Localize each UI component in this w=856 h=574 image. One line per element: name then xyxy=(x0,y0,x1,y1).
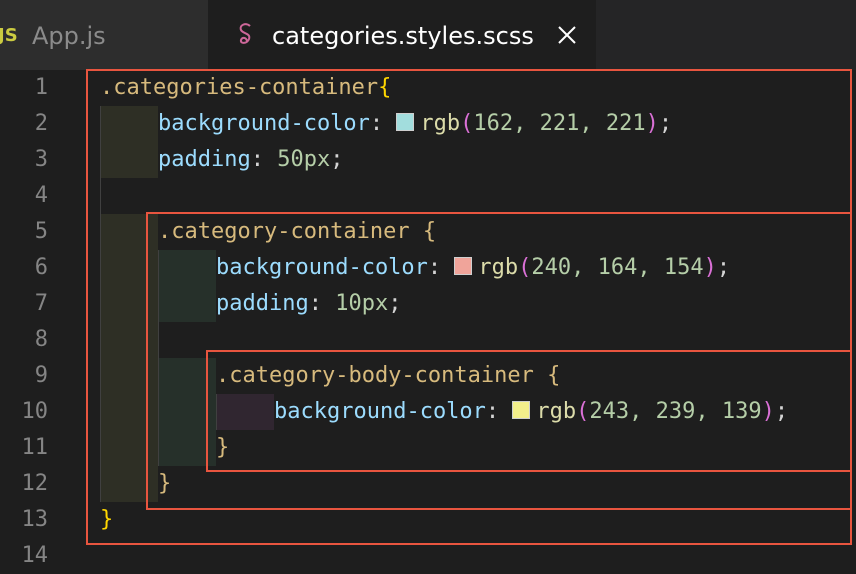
tab-label: categories.styles.scss xyxy=(272,22,534,50)
line-number: 12 xyxy=(21,471,49,496)
close-icon[interactable] xyxy=(556,22,578,48)
line-number: 3 xyxy=(34,147,48,172)
line-number: 6 xyxy=(34,255,48,280)
editor-tab-bar: JS App.js categories.styles.scss xyxy=(0,0,856,70)
tab-app-js[interactable]: JS App.js xyxy=(0,0,208,70)
line-number: 13 xyxy=(21,507,49,532)
line-number: 2 xyxy=(34,111,48,136)
line-number: 10 xyxy=(21,399,49,424)
line-number: 1 xyxy=(34,75,48,100)
tab-categories-styles-scss[interactable]: categories.styles.scss xyxy=(208,0,596,70)
javascript-file-icon: JS xyxy=(0,25,18,46)
code-editor[interactable]: 1 2 3 4 5 6 7 8 9 10 11 12 13 14 .catego… xyxy=(0,69,856,568)
tab-label: App.js xyxy=(32,22,106,50)
line-number: 9 xyxy=(34,363,48,388)
sass-file-icon xyxy=(239,23,251,44)
line-number: 8 xyxy=(34,327,48,352)
line-number: 14 xyxy=(21,543,49,568)
line-number: 11 xyxy=(21,435,49,460)
line-number: 4 xyxy=(34,183,48,208)
line-number: 5 xyxy=(34,219,48,244)
line-number: 7 xyxy=(34,291,48,316)
highlight-box-category-body-container xyxy=(206,350,852,472)
